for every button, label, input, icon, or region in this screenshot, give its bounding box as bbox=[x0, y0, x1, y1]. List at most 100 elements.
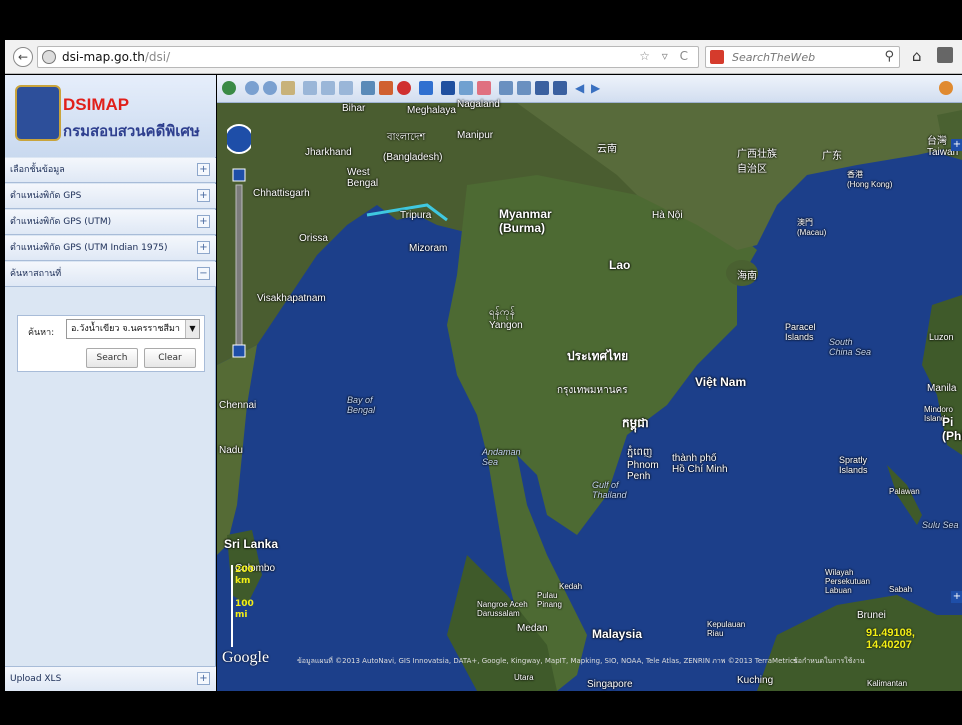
accordion-label: Upload XLS bbox=[10, 674, 62, 684]
cursor-coordinates: 91.49108, 14.40207 bbox=[866, 627, 915, 651]
map-label: Andaman Sea bbox=[482, 447, 521, 467]
map-label: 广东 bbox=[822, 151, 842, 162]
map-label: West Bengal bbox=[347, 167, 379, 189]
clear-button[interactable]: Clear bbox=[144, 348, 196, 368]
map-label: Malaysia bbox=[592, 627, 643, 641]
map-label: Visakhapatnam bbox=[257, 293, 326, 304]
edit-icon[interactable] bbox=[339, 81, 353, 95]
accordion-upload-xls[interactable]: Upload XLS + bbox=[5, 666, 216, 691]
map-view[interactable]: ◀ ▶ Bihar Meghalaya Nagaland Jharkhand ব… bbox=[217, 75, 962, 691]
expand-icon[interactable]: + bbox=[197, 672, 210, 685]
map-label: Nadu bbox=[219, 445, 243, 456]
map-label: Pi (Phi bbox=[942, 415, 962, 443]
map-label: Kedah bbox=[559, 582, 583, 591]
map-label: thành phố Hồ Chí Minh bbox=[672, 453, 728, 475]
search-engine-icon[interactable] bbox=[710, 50, 724, 64]
map-label: Paracel Islands bbox=[785, 322, 816, 342]
web-search-box[interactable]: SearchTheWeb ⚲ bbox=[705, 46, 900, 68]
back-button[interactable]: ← bbox=[13, 47, 33, 67]
map-label: 广西壮族 自治区 bbox=[737, 149, 777, 175]
list-icon[interactable] bbox=[499, 81, 513, 95]
accordion-gps[interactable]: ตำแหน่งพิกัด GPS + bbox=[5, 184, 216, 209]
legend-expand-icon[interactable]: + bbox=[951, 591, 962, 603]
chevron-down-icon[interactable]: ▼ bbox=[185, 320, 199, 338]
zoom-out-icon[interactable] bbox=[263, 81, 277, 95]
map-label: (Bangladesh) bbox=[383, 152, 443, 163]
map-label: Kalimantan bbox=[867, 679, 908, 688]
map-label: Sri Lanka bbox=[224, 537, 279, 551]
map-label: Hà Nội bbox=[652, 210, 683, 221]
map-label: Nangroe Aceh Darussalam bbox=[477, 600, 528, 618]
map-label: កម្ពុជា bbox=[622, 416, 649, 430]
map-label: Mizoram bbox=[409, 243, 448, 254]
address-bar[interactable]: dsi-map.go.th/dsi/ ☆ ▿ C bbox=[37, 46, 699, 68]
stop-icon[interactable] bbox=[397, 81, 411, 95]
accordion-label: ค้นหาสถานที่ bbox=[10, 269, 62, 279]
map-label: ရန်ကုန် Yangon bbox=[489, 307, 523, 331]
map-label: 云南 bbox=[597, 144, 617, 155]
map-label: Gulf of Thailand bbox=[592, 480, 627, 500]
map-label: Kuching bbox=[737, 675, 774, 686]
home-icon[interactable]: ⌂ bbox=[912, 47, 922, 65]
next-extent-icon[interactable]: ▶ bbox=[591, 81, 605, 95]
expand-icon[interactable]: + bbox=[197, 215, 210, 228]
expand-icon[interactable]: + bbox=[197, 241, 210, 254]
map-scale: 200 km 100 mi bbox=[231, 565, 257, 647]
bottom-black-bar bbox=[0, 691, 962, 725]
dsi-seal-logo bbox=[15, 85, 61, 141]
zoom-slider[interactable] bbox=[227, 115, 251, 365]
grid-icon[interactable] bbox=[535, 81, 549, 95]
accordion-label: ตำแหน่งพิกัด GPS (UTM Indian 1975) bbox=[10, 243, 168, 253]
map-label: Việt Nam bbox=[695, 375, 747, 389]
scale-km: 200 km bbox=[235, 565, 254, 586]
map-label: Nagaland bbox=[457, 99, 500, 110]
search-icon[interactable]: ⚲ bbox=[884, 49, 894, 64]
map-label: Utara bbox=[514, 673, 534, 682]
place-search-panel: ค้นหา: อ.วังน้ำเขียว จ.นครราชสีมา ▼ Searc… bbox=[17, 315, 205, 372]
collapse-icon[interactable]: − bbox=[197, 267, 210, 280]
accordion-gps-utm-indian[interactable]: ตำแหน่งพิกัด GPS (UTM Indian 1975) + bbox=[5, 236, 216, 261]
search-button[interactable]: Search bbox=[86, 348, 138, 368]
overview-expand-icon[interactable]: + bbox=[951, 139, 962, 151]
browser-toolbar: ← dsi-map.go.th/dsi/ ☆ ▿ C SearchTheWeb … bbox=[5, 40, 962, 74]
grid-large-icon[interactable] bbox=[553, 81, 567, 95]
map-label: Chhattisgarh bbox=[253, 188, 310, 199]
accordion-place-search[interactable]: ค้นหาสถานที่ − bbox=[5, 262, 216, 287]
bookmark-icon[interactable] bbox=[379, 81, 393, 95]
draw-box-icon[interactable] bbox=[303, 81, 317, 95]
extension-icon[interactable] bbox=[937, 47, 953, 63]
url-text: dsi-map.go.th/dsi/ bbox=[62, 50, 171, 64]
accordion-label: ตำแหน่งพิกัด GPS bbox=[10, 191, 82, 201]
select-icon[interactable] bbox=[321, 81, 335, 95]
map-label: Wilayah Persekutuan Labuan bbox=[825, 568, 870, 595]
app-header: DSIMAP กรมสอบสวนคดีพิเศษ bbox=[5, 75, 216, 157]
map-label: Lao bbox=[609, 258, 631, 272]
map-label: Myanmar (Burma) bbox=[499, 207, 552, 235]
zoom-in-icon[interactable] bbox=[245, 81, 259, 95]
info-icon[interactable] bbox=[441, 81, 455, 95]
expand-icon[interactable]: + bbox=[197, 189, 210, 202]
web-search-placeholder: SearchTheWeb bbox=[732, 51, 816, 64]
print-icon[interactable] bbox=[477, 81, 491, 95]
expand-icon[interactable]: + bbox=[197, 163, 210, 176]
map-label: Tripura bbox=[400, 210, 432, 221]
search-label: ค้นหา: bbox=[28, 328, 55, 338]
pan-icon[interactable] bbox=[281, 81, 295, 95]
map-label: Chennai bbox=[219, 400, 257, 411]
place-select[interactable]: อ.วังน้ำเขียว จ.นครราชสีมา ▼ bbox=[66, 319, 200, 339]
accordion-gps-utm[interactable]: ตำแหน่งพิกัด GPS (UTM) + bbox=[5, 210, 216, 235]
settings-icon[interactable] bbox=[939, 81, 953, 95]
layers-icon[interactable] bbox=[459, 81, 473, 95]
table-icon[interactable] bbox=[517, 81, 531, 95]
zoom-extent-icon[interactable] bbox=[222, 81, 236, 95]
accordion-layers[interactable]: เลือกชั้นข้อมูล + bbox=[5, 158, 216, 183]
measure-icon[interactable] bbox=[361, 81, 375, 95]
pin-icon[interactable] bbox=[419, 81, 433, 95]
map-label: Brunei bbox=[857, 610, 886, 621]
map-label: กรุงเทพมหานคร bbox=[557, 385, 628, 396]
bookmark-reload-icons[interactable]: ☆ ▿ C bbox=[639, 49, 692, 63]
terms-link[interactable]: ข้อกำหนดในการใช้งาน bbox=[793, 656, 865, 667]
map-label: Jharkhand bbox=[305, 147, 352, 158]
map-toolbar: ◀ ▶ bbox=[217, 75, 962, 103]
previous-extent-icon[interactable]: ◀ bbox=[575, 81, 589, 95]
